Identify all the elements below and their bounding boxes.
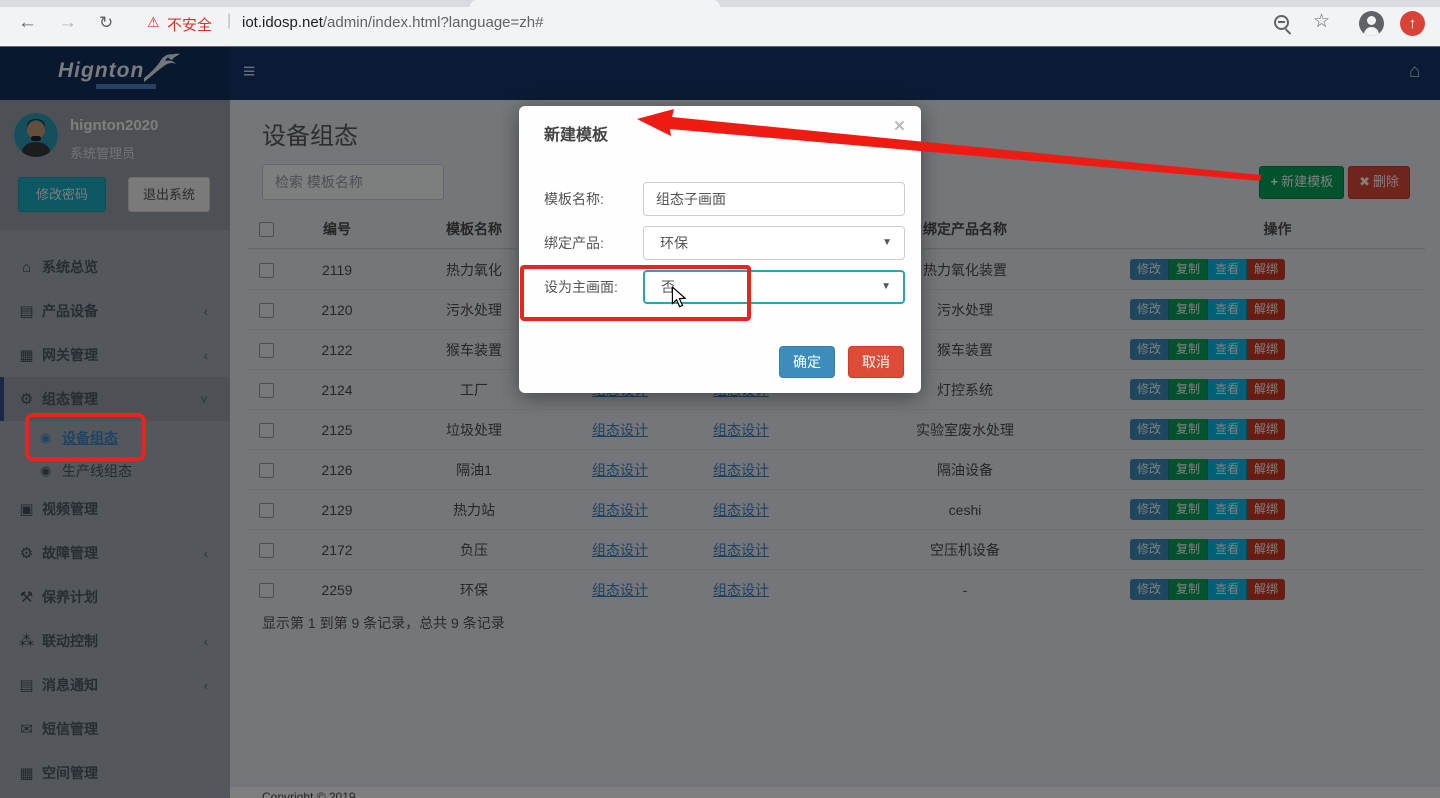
bind-product-label: 绑定产品: (544, 226, 649, 260)
url-path: /admin/index.html?language=zh# (323, 14, 544, 31)
zoom-out-icon[interactable] (1274, 15, 1289, 30)
url-bar[interactable]: iot.idosp.net/admin/index.html?language=… (242, 14, 543, 31)
modal-close-icon[interactable]: × (894, 116, 905, 138)
screenshot-stage: ← → ↻ ⚠ 不安全 | iot.idosp.net/admin/index.… (0, 0, 1440, 798)
url-separator: | (227, 12, 231, 30)
main-screen-select[interactable]: 否▼ (643, 270, 905, 304)
modal-title: 新建模板 (544, 121, 608, 145)
new-template-modal: 新建模板 × 模板名称: 组态子画面 绑定产品: 环保▼ 设为主画面: 否▼ 确… (519, 106, 921, 393)
caret-down-icon: ▼ (882, 227, 892, 259)
browser-profile-icon[interactable] (1359, 11, 1384, 36)
browser-refresh-icon[interactable]: ↻ (99, 11, 113, 35)
insecure-warning-label[interactable]: 不安全 (167, 14, 212, 35)
cancel-button[interactable]: 取消 (848, 346, 904, 378)
browser-tab[interactable] (470, 0, 720, 7)
browser-tabstrip (0, 0, 1440, 7)
template-name-input[interactable]: 组态子画面 (643, 182, 905, 216)
main-screen-label: 设为主画面: (544, 270, 649, 304)
caret-down-icon: ▼ (881, 272, 891, 302)
browser-forward-icon: → (58, 11, 77, 35)
bind-product-select[interactable]: 环保▼ (643, 226, 905, 260)
insecure-warning-icon[interactable]: ⚠ (147, 14, 160, 31)
browser-chrome: ← → ↻ ⚠ 不安全 | iot.idosp.net/admin/index.… (0, 0, 1440, 47)
bookmark-star-icon[interactable]: ☆ (1313, 10, 1330, 33)
url-host: iot.idosp.net (242, 14, 323, 31)
confirm-button[interactable]: 确定 (779, 346, 835, 378)
browser-back-icon[interactable]: ← (18, 11, 37, 35)
browser-update-icon[interactable]: ↑ (1400, 11, 1425, 36)
template-name-label: 模板名称: (544, 182, 649, 216)
